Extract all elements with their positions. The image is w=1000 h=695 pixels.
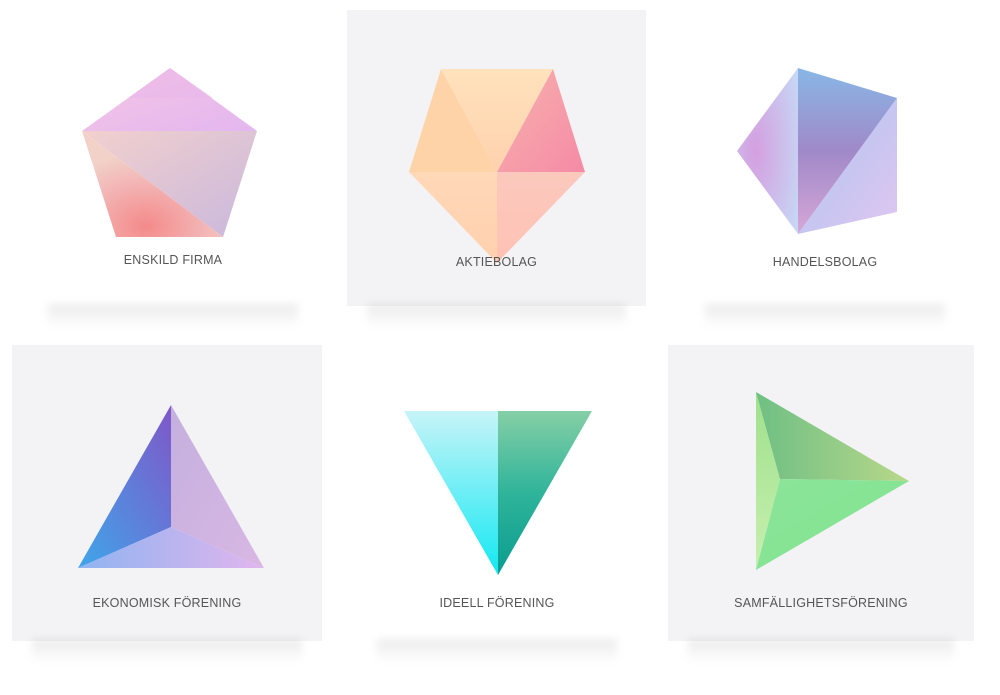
card-samfallighetsforening[interactable]: SAMFÄLLIGHETSFÖRENING [668,345,974,663]
card-label: SAMFÄLLIGHETSFÖRENING [734,596,908,610]
card-shadow [705,304,945,328]
card-ekonomisk-forening[interactable]: EKONOMISK FÖRENING [12,345,322,663]
card-aktiebolag[interactable]: AKTIEBOLAG [347,10,646,328]
card-label: AKTIEBOLAG [455,255,538,269]
card-handelsbolag[interactable]: HANDELSBOLAG [685,10,965,328]
business-type-grid: ENSKILD FIRMA AKTIEBOLAG HANDELSBOLAG EK… [0,0,1000,695]
card-shadow [32,639,302,663]
card-label: ENSKILD FIRMA [123,253,223,267]
card-enskild-firma[interactable]: ENSKILD FIRMA [28,10,318,328]
card-shadow [367,304,626,328]
card-shadow [48,304,298,328]
card-ideell-forening[interactable]: IDEELL FÖRENING [357,345,637,663]
card-label: HANDELSBOLAG [772,255,878,269]
card-shadow [377,639,617,663]
card-shadow [688,639,954,663]
card-label: EKONOMISK FÖRENING [92,596,242,610]
card-label: IDEELL FÖRENING [439,596,555,610]
